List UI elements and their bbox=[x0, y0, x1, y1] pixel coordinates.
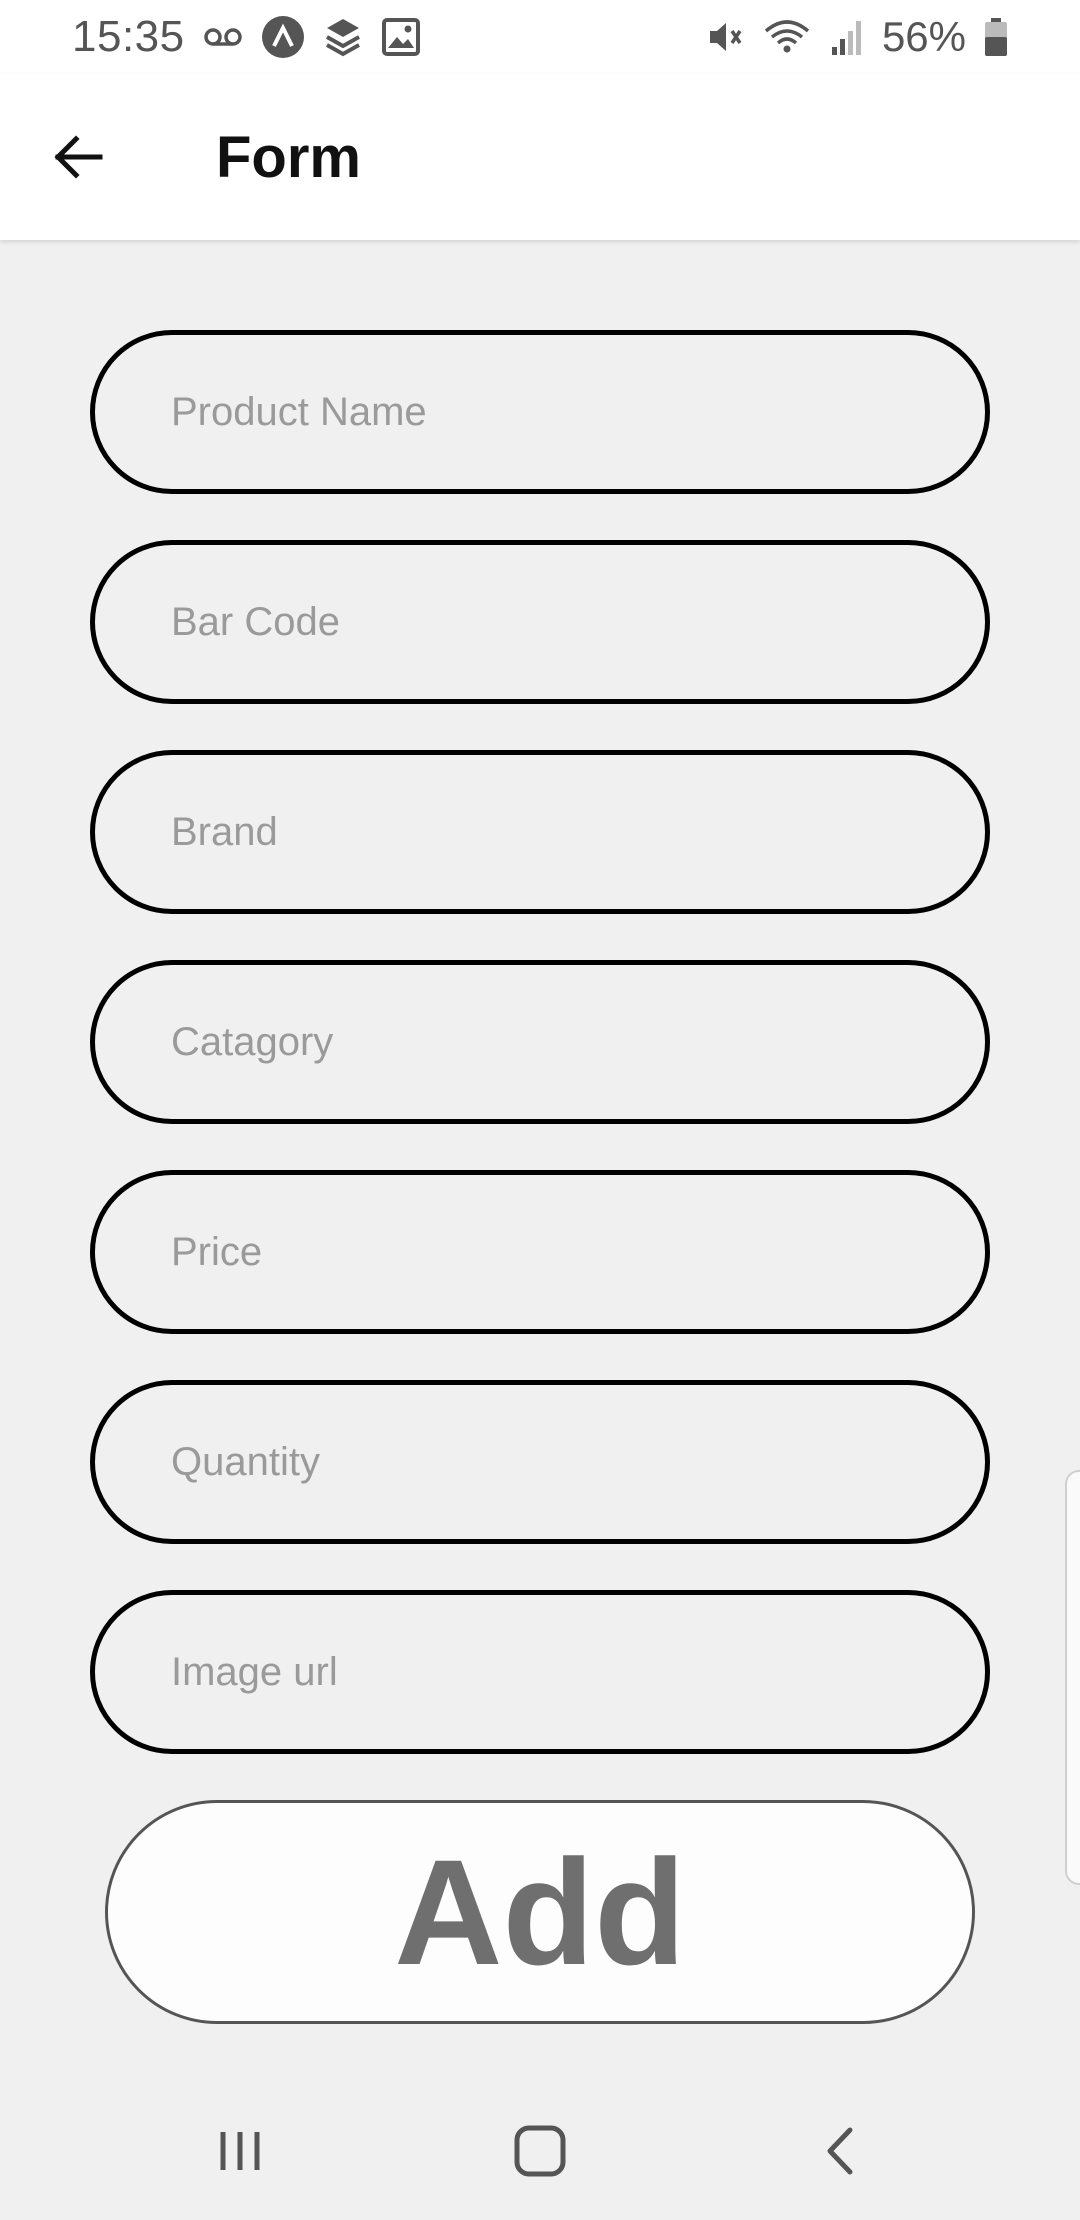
voicemail-icon bbox=[203, 25, 243, 49]
brand-input[interactable] bbox=[95, 755, 985, 909]
quantity-field[interactable] bbox=[90, 1380, 990, 1544]
battery-icon bbox=[984, 17, 1008, 57]
home-icon bbox=[513, 2124, 567, 2178]
status-time: 15:35 bbox=[72, 12, 185, 61]
screen: 15:35 56% Form Product Name Bar Code Bra… bbox=[0, 0, 1080, 2220]
quantity-input[interactable] bbox=[95, 1385, 985, 1539]
image-url-field[interactable] bbox=[90, 1590, 990, 1754]
gallery-icon bbox=[381, 17, 421, 57]
status-bar: 15:35 56% bbox=[0, 0, 1080, 74]
wifi-icon bbox=[762, 17, 812, 57]
arrow-left-icon bbox=[50, 129, 106, 185]
battery-percent: 56% bbox=[881, 13, 966, 60]
app-a-icon bbox=[261, 15, 305, 59]
mute-icon bbox=[704, 17, 744, 57]
bar-code-field[interactable] bbox=[90, 540, 990, 704]
back-icon bbox=[820, 2124, 860, 2178]
recent-apps-button[interactable] bbox=[180, 2101, 300, 2201]
back-button[interactable] bbox=[38, 117, 118, 197]
bar-code-input[interactable] bbox=[95, 545, 985, 699]
nav-back-button[interactable] bbox=[780, 2101, 900, 2201]
price-field[interactable] bbox=[90, 1170, 990, 1334]
catagory-field[interactable] bbox=[90, 960, 990, 1124]
edge-panel-handle[interactable] bbox=[1065, 1470, 1080, 1885]
nav-bar bbox=[0, 2082, 1080, 2220]
brand-field[interactable] bbox=[90, 750, 990, 914]
status-left: 15:35 bbox=[72, 12, 421, 62]
product-name-field[interactable] bbox=[90, 330, 990, 494]
status-right: 56% bbox=[704, 13, 1008, 61]
page-title: Form bbox=[216, 124, 361, 190]
price-input[interactable] bbox=[95, 1175, 985, 1329]
add-button-label: Add bbox=[394, 1827, 686, 1996]
product-name-input[interactable] bbox=[95, 335, 985, 489]
app-bar: Form bbox=[0, 74, 1080, 240]
catagory-input[interactable] bbox=[95, 965, 985, 1119]
home-button[interactable] bbox=[480, 2101, 600, 2201]
add-button[interactable]: Add bbox=[105, 1800, 975, 2024]
recent-apps-icon bbox=[215, 2126, 265, 2176]
app-layers-icon bbox=[323, 15, 363, 59]
signal-icon bbox=[830, 17, 864, 57]
image-url-input[interactable] bbox=[95, 1595, 985, 1749]
